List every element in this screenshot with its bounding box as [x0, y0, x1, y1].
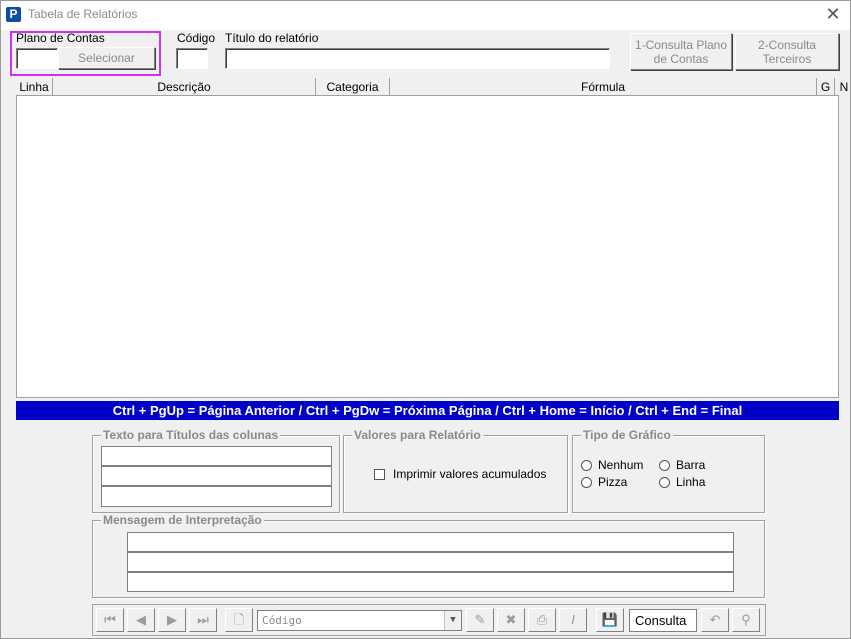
- delete-icon[interactable]: ✖: [497, 608, 525, 632]
- titulo-coluna-1-field[interactable]: [101, 446, 332, 466]
- grid-header: Linha Descrição Categoria Fórmula G N: [16, 78, 848, 96]
- mensagem-label: Mensagem de Interpretação: [101, 513, 264, 527]
- radio-linha[interactable]: [659, 477, 670, 488]
- consulta-plano-button[interactable]: 1-Consulta Plano de Contas: [630, 33, 732, 70]
- last-record-icon[interactable]: ⏭: [189, 608, 217, 632]
- grid-body[interactable]: [16, 96, 839, 398]
- mensagem-3-field[interactable]: [127, 572, 734, 592]
- col-categoria[interactable]: Categoria: [316, 78, 390, 96]
- tipo-grafico-label: Tipo de Gráfico: [581, 428, 673, 442]
- mensagem-2-field[interactable]: [127, 552, 734, 572]
- order-combo[interactable]: Código ▼: [257, 610, 462, 631]
- titulo-field[interactable]: [225, 48, 610, 69]
- tipo-grafico-group: Tipo de Gráfico: [572, 428, 765, 513]
- radio-barra[interactable]: [659, 460, 670, 471]
- radio-pizza-label: Pizza: [598, 475, 628, 489]
- radio-barra-label: Barra: [676, 458, 706, 472]
- texto-titulos-label: Texto para Títulos das colunas: [101, 428, 281, 442]
- new-document-icon[interactable]: 🗋: [225, 608, 253, 632]
- col-descricao[interactable]: Descrição: [53, 78, 316, 96]
- col-n[interactable]: N: [835, 78, 851, 96]
- save-icon[interactable]: 💾: [596, 608, 624, 632]
- close-icon[interactable]: ✕: [820, 3, 846, 25]
- keyboard-hint-bar: Ctrl + PgUp = Página Anterior / Ctrl + P…: [16, 401, 839, 420]
- col-formula[interactable]: Fórmula: [390, 78, 817, 96]
- radio-nenhum[interactable]: [581, 460, 592, 471]
- window-title: Tabela de Relatórios: [28, 7, 138, 21]
- next-record-icon[interactable]: ▶: [158, 608, 186, 632]
- consulta-field[interactable]: Consulta: [629, 609, 697, 632]
- app-icon: P: [6, 7, 21, 22]
- codigo-field[interactable]: [176, 48, 208, 69]
- prev-record-icon[interactable]: ◀: [127, 608, 155, 632]
- titulo-coluna-2-field[interactable]: [101, 466, 332, 486]
- plano-code-field[interactable]: [16, 48, 58, 69]
- col-linha[interactable]: Linha: [16, 78, 53, 96]
- chevron-down-icon[interactable]: ▼: [444, 611, 461, 630]
- valores-label: Valores para Relatório: [352, 428, 483, 442]
- selecionar-label: Selecionar: [78, 51, 135, 65]
- italic-icon[interactable]: I: [559, 608, 587, 632]
- radio-pizza[interactable]: [581, 477, 592, 488]
- radio-nenhum-label: Nenhum: [598, 458, 644, 472]
- nav-toolbar: ⏮ ◀ ▶ ⏭ 🗋 Código ▼ ✎ ✖ ⎙ I 💾 Consulta ↶ …: [92, 604, 766, 636]
- plano-label: Plano de Contas: [16, 31, 105, 45]
- acumulados-label: Imprimir valores acumulados: [393, 467, 547, 481]
- codigo-label: Código: [177, 31, 216, 45]
- consulta-plano-line1: 1-Consulta Plano: [634, 38, 728, 52]
- binoculars-icon[interactable]: ⚲: [732, 608, 760, 632]
- acumulados-checkbox[interactable]: [374, 469, 385, 480]
- edit-icon[interactable]: ✎: [466, 608, 494, 632]
- first-record-icon[interactable]: ⏮: [96, 608, 124, 632]
- selecionar-button[interactable]: Selecionar: [58, 47, 155, 69]
- col-g[interactable]: G: [817, 78, 835, 96]
- consulta-terceiros-button[interactable]: 2-Consulta Terceiros: [735, 33, 839, 70]
- consulta-terceiros-line2: Terceiros: [762, 52, 812, 66]
- titulo-label: Título do relatório: [225, 31, 319, 45]
- print-icon[interactable]: ⎙: [528, 608, 556, 632]
- consulta-plano-line2: de Contas: [653, 52, 709, 66]
- titulo-coluna-3-field[interactable]: [101, 486, 332, 507]
- consulta-terceiros-line1: 2-Consulta: [757, 38, 817, 52]
- undo-icon[interactable]: ↶: [701, 608, 729, 632]
- mensagem-1-field[interactable]: [127, 532, 734, 552]
- radio-linha-label: Linha: [676, 475, 706, 489]
- order-combo-value: Código: [262, 614, 302, 627]
